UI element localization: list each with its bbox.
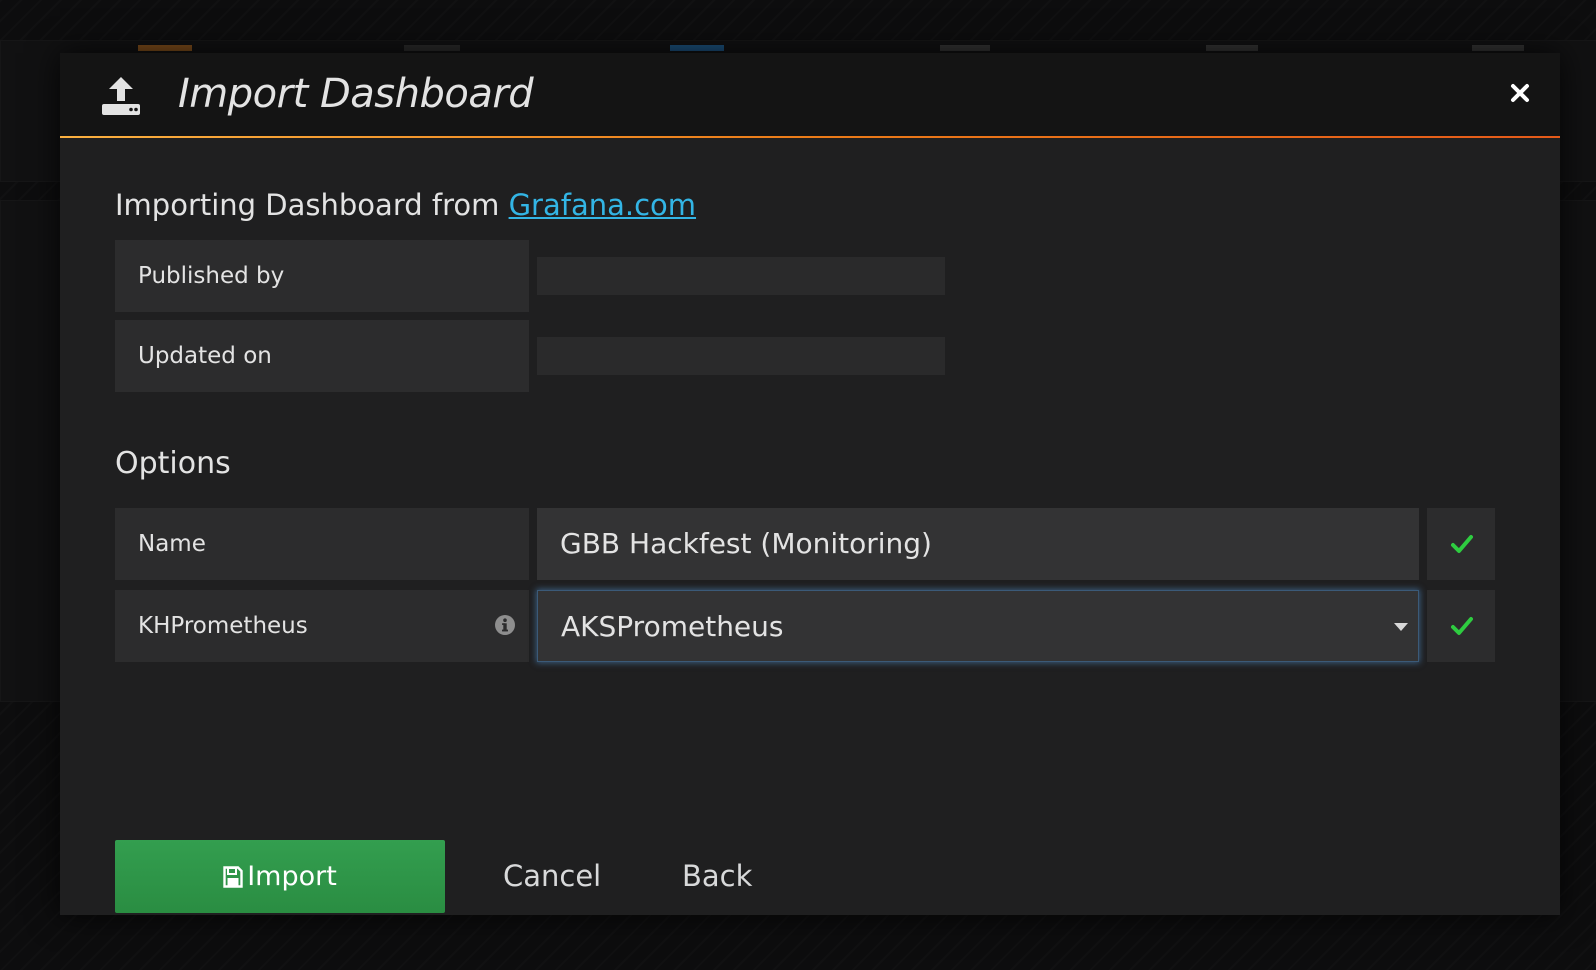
- datasource-row: KHPrometheus AKSPrometheus: [115, 590, 1505, 662]
- name-valid-indicator: [1427, 508, 1495, 580]
- published-by-row: Published by: [115, 240, 1015, 312]
- import-source-heading: Importing Dashboard from Grafana.com: [115, 188, 696, 222]
- datasource-label-text: KHPrometheus: [138, 613, 308, 639]
- options-heading: Options: [115, 446, 231, 481]
- name-input[interactable]: GBB Hackfest (Monitoring): [537, 508, 1419, 580]
- check-icon: [1451, 535, 1473, 553]
- check-icon: [1451, 617, 1473, 635]
- datasource-label: KHPrometheus: [115, 590, 529, 662]
- import-dashboard-modal: Import Dashboard Importing Dashboard fro…: [60, 53, 1560, 915]
- background-mark: [940, 45, 990, 51]
- published-by-value: [537, 257, 945, 295]
- upload-icon: [102, 77, 140, 115]
- chevron-down-icon[interactable]: [1394, 623, 1408, 631]
- updated-on-row: Updated on: [115, 320, 1015, 392]
- background-mark: [138, 45, 192, 51]
- name-row: Name GBB Hackfest (Monitoring): [115, 508, 1505, 580]
- background-mark: [1472, 45, 1524, 51]
- background-mark: [670, 45, 724, 51]
- background-mark: [404, 45, 460, 51]
- grafana-com-link[interactable]: Grafana.com: [509, 188, 696, 222]
- datasource-select[interactable]: AKSPrometheus: [537, 590, 1419, 662]
- import-button-label: Import: [247, 861, 337, 892]
- close-icon[interactable]: [1508, 81, 1532, 105]
- modal-title: Import Dashboard: [178, 71, 534, 117]
- datasource-select-value: AKSPrometheus: [561, 610, 784, 643]
- import-source-prefix: Importing Dashboard from: [115, 188, 509, 222]
- name-label: Name: [115, 508, 529, 580]
- background-mark: [1206, 45, 1258, 51]
- updated-on-label: Updated on: [115, 320, 529, 392]
- back-button[interactable]: Back: [682, 840, 752, 913]
- import-button[interactable]: Import: [115, 840, 445, 913]
- cancel-button[interactable]: Cancel: [503, 840, 601, 913]
- datasource-valid-indicator: [1427, 590, 1495, 662]
- published-by-label: Published by: [115, 240, 529, 312]
- updated-on-value: [537, 337, 945, 375]
- modal-header: Import Dashboard: [60, 53, 1560, 138]
- save-icon: [223, 866, 243, 888]
- info-icon[interactable]: [495, 615, 515, 635]
